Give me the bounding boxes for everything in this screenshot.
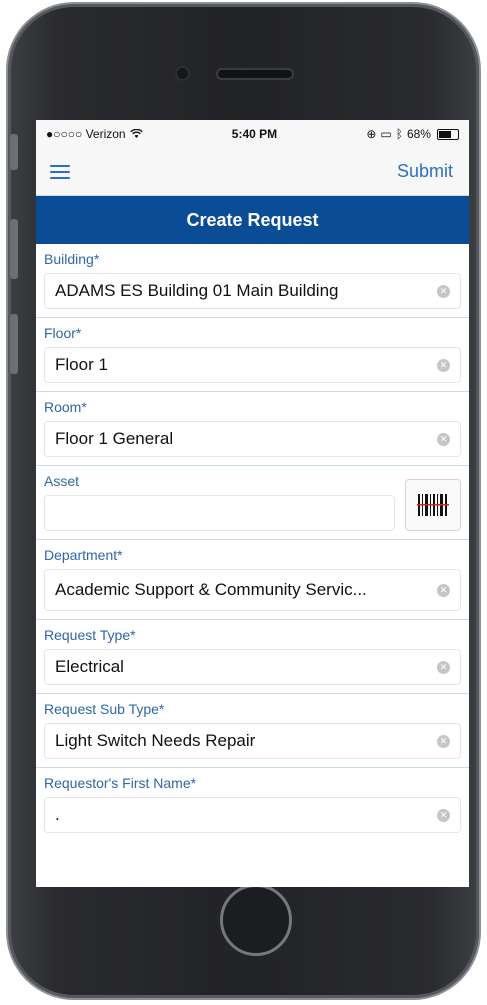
field-label: Building* <box>44 251 100 267</box>
front-camera <box>177 68 188 79</box>
building-field: Building* ADAMS ES Building 01 Main Buil… <box>36 244 469 318</box>
home-button[interactable] <box>220 884 292 956</box>
battery-percent: 68% <box>406 127 431 141</box>
field-label: Room* <box>44 399 87 415</box>
field-label: Asset <box>44 473 80 489</box>
clock: 5:40 PM <box>231 127 278 141</box>
room-input[interactable]: Floor 1 General ✕ <box>44 421 461 457</box>
asset-field: Asset <box>36 466 469 540</box>
department-field: Department* Academic Support & Community… <box>36 540 469 620</box>
room-field: Room* Floor 1 General ✕ <box>36 392 469 466</box>
field-label: Requestor's First Name* <box>44 775 197 791</box>
location-icon: ⊕ <box>366 127 377 141</box>
field-label: Request Type* <box>44 627 136 643</box>
request-type-input[interactable]: Electrical ✕ <box>44 649 461 685</box>
building-input[interactable]: ADAMS ES Building 01 Main Building ✕ <box>44 273 461 309</box>
app-screen: ●○○○○ Verizon 5:40 PM ⊕ ▭ ᛒ 68% Submit C… <box>36 120 469 887</box>
floor-input[interactable]: Floor 1 ✕ <box>44 347 461 383</box>
request-type-field: Request Type* Electrical ✕ <box>36 620 469 694</box>
clear-icon[interactable]: ✕ <box>437 808 450 822</box>
volume-up-button <box>10 219 18 279</box>
barcode-icon <box>417 494 449 516</box>
clear-icon[interactable]: ✕ <box>437 284 450 298</box>
field-value: Electrical <box>55 657 124 676</box>
page-title: Create Request <box>36 196 469 244</box>
field-label: Floor* <box>44 325 82 341</box>
clear-icon[interactable]: ✕ <box>437 734 450 748</box>
field-label: Request Sub Type* <box>44 701 165 717</box>
clear-icon[interactable]: ✕ <box>437 660 450 674</box>
field-value: Light Switch Needs Repair <box>55 731 256 750</box>
field-value: Floor 1 General <box>55 429 174 448</box>
mute-switch <box>10 134 18 170</box>
barcode-scan-button[interactable] <box>405 479 461 531</box>
asset-input[interactable] <box>44 495 395 531</box>
carrier-label: ●○○○○ Verizon <box>46 127 126 141</box>
submit-button[interactable]: Submit <box>397 161 453 182</box>
field-value: Floor 1 <box>55 355 108 374</box>
nav-bar: Submit <box>36 148 469 196</box>
department-input[interactable]: Academic Support & Community Servic... ✕ <box>44 569 461 611</box>
status-bar: ●○○○○ Verizon 5:40 PM ⊕ ▭ ᛒ 68% <box>36 120 469 148</box>
battery-icon <box>436 128 459 140</box>
first-name-field: Requestor's First Name* . ✕ <box>36 768 469 841</box>
first-name-input[interactable]: . ✕ <box>44 797 461 833</box>
screen-mirror-icon: ▭ <box>380 127 392 141</box>
clear-icon[interactable]: ✕ <box>437 583 450 597</box>
field-value: Academic Support & Community Servic... <box>55 580 367 599</box>
request-sub-type-field: Request Sub Type* Light Switch Needs Rep… <box>36 694 469 768</box>
clear-icon[interactable]: ✕ <box>437 358 450 372</box>
volume-down-button <box>10 314 18 374</box>
floor-field: Floor* Floor 1 ✕ <box>36 318 469 392</box>
field-value: . <box>55 805 60 824</box>
hamburger-menu-icon[interactable] <box>50 164 70 179</box>
field-value: ADAMS ES Building 01 Main Building <box>55 281 339 300</box>
field-label: Department* <box>44 547 123 563</box>
request-sub-type-input[interactable]: Light Switch Needs Repair ✕ <box>44 723 461 759</box>
wifi-icon <box>129 129 143 138</box>
bluetooth-icon: ᛒ <box>395 127 403 141</box>
earpiece-speaker <box>218 70 292 78</box>
clear-icon[interactable]: ✕ <box>437 432 450 446</box>
